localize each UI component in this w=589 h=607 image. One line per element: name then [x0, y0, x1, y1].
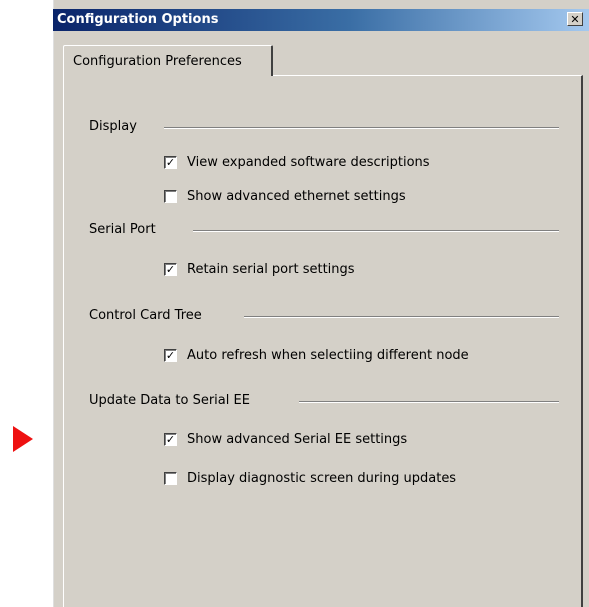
option-label: Show advanced ethernet settings: [187, 188, 406, 204]
checkbox-view-expanded-descriptions[interactable]: ✓: [164, 155, 177, 169]
configuration-preferences-panel: Display ✓ View expanded software descrip…: [63, 75, 583, 607]
screen: Configuration Options ✕ Configuration Pr…: [0, 0, 589, 607]
option-show-advanced-ethernet[interactable]: Show advanced ethernet settings: [164, 187, 406, 205]
tab-label: Configuration Preferences: [73, 54, 242, 69]
checkbox-show-advanced-serial-ee[interactable]: ✓: [164, 432, 177, 446]
group-display: Display: [89, 118, 559, 136]
pointer-arrow-icon: [13, 426, 33, 452]
group-control-card-tree: Control Card Tree: [89, 307, 559, 325]
group-label-control-card-tree: Control Card Tree: [89, 308, 202, 323]
group-label-update-serial-ee: Update Data to Serial EE: [89, 393, 250, 408]
title-bar[interactable]: Configuration Options ✕: [53, 9, 589, 31]
option-label: Display diagnostic screen during updates: [187, 470, 457, 486]
close-icon: ✕: [570, 12, 580, 26]
option-view-expanded-descriptions[interactable]: ✓ View expanded software descriptions: [164, 153, 430, 171]
option-label: View expanded software descriptions: [187, 154, 430, 170]
checkbox-display-diagnostic-screen[interactable]: [164, 471, 177, 485]
option-auto-refresh[interactable]: ✓ Auto refresh when selectiing different…: [164, 346, 469, 364]
option-label: Retain serial port settings: [187, 261, 355, 277]
dialog-title: Configuration Options: [57, 12, 219, 27]
tab-configuration-preferences[interactable]: Configuration Preferences: [63, 45, 273, 76]
checkbox-auto-refresh[interactable]: ✓: [164, 348, 177, 362]
group-divider: [164, 127, 559, 129]
group-divider: [299, 401, 559, 403]
group-label-display: Display: [89, 119, 137, 134]
option-label: Show advanced Serial EE settings: [187, 431, 408, 447]
group-divider: [244, 316, 559, 318]
checkbox-retain-serial-port[interactable]: ✓: [164, 262, 177, 276]
close-button[interactable]: ✕: [567, 12, 583, 26]
group-divider: [193, 230, 559, 232]
option-label: Auto refresh when selectiing different n…: [187, 347, 469, 363]
group-label-serial-port: Serial Port: [89, 222, 156, 237]
checkbox-show-advanced-ethernet[interactable]: [164, 189, 177, 203]
group-serial-port: Serial Port: [89, 221, 559, 239]
option-show-advanced-serial-ee[interactable]: ✓ Show advanced Serial EE settings: [164, 430, 407, 448]
group-update-serial-ee: Update Data to Serial EE: [89, 392, 559, 410]
configuration-options-dialog: Configuration Options ✕ Configuration Pr…: [52, 0, 589, 607]
option-display-diagnostic-screen[interactable]: Display diagnostic screen during updates: [164, 469, 456, 487]
option-retain-serial-port[interactable]: ✓ Retain serial port settings: [164, 260, 355, 278]
